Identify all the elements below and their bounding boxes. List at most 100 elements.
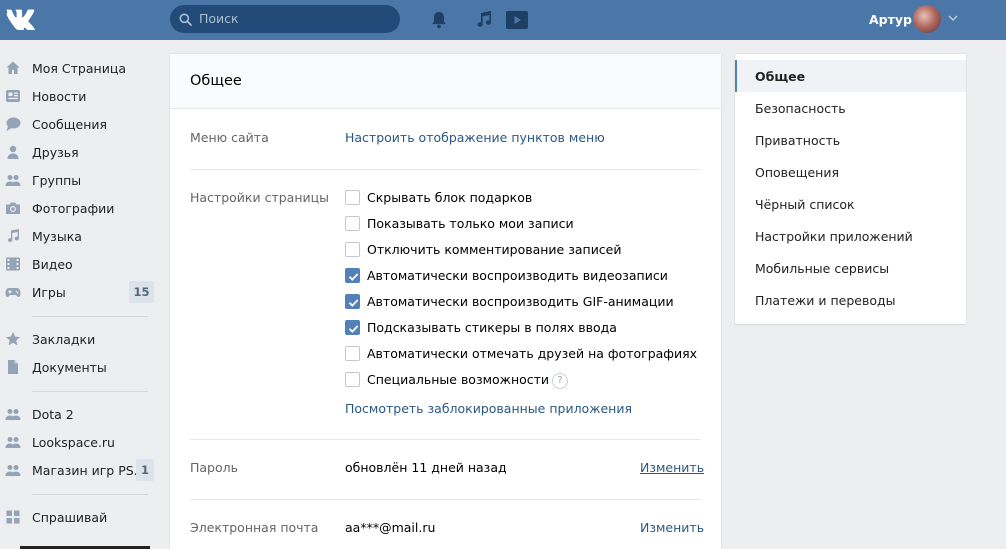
camera-icon [6,202,20,214]
star-icon [5,332,21,346]
sidebar-item-my-page[interactable]: Моя Страница [0,55,160,81]
sidebar-item-label: Группы [32,173,82,188]
checkbox-label[interactable]: Показывать только мои записи [367,216,574,231]
search-box[interactable]: Поиск [170,5,400,33]
checkbox-accessibility[interactable] [345,372,360,387]
sidebar-item-label: Документы [32,360,107,375]
sidebar-item-news[interactable]: Новости [0,83,160,109]
app-icon [5,465,21,476]
checkbox-autoplay-video[interactable] [345,268,360,283]
checkbox-label[interactable]: Скрывать блок подарков [367,190,532,205]
settings-header: Общее [170,54,721,109]
ps-store-count-badge: 1 [136,459,154,481]
sidebar-item-sprashivai[interactable]: Спрашивай [0,504,160,530]
sidebar-item-games[interactable]: Игры 15 [0,279,160,305]
gamepad-icon [5,288,21,297]
checkbox-label[interactable]: Автоматически отмечать друзей на фотогра… [367,346,697,361]
sidebar-item-bookmarks[interactable]: Закладки [0,326,160,352]
document-icon [8,360,18,374]
sidebar-item-label: Видео [32,257,73,272]
blocked-apps-link[interactable]: Посмотреть заблокированные приложения [345,401,632,416]
sidebar-item-label: Закладки [32,332,96,347]
sidebar-item-photos[interactable]: Фотографии [0,195,160,221]
sidebar-item-music[interactable]: Музыка [0,223,160,249]
news-icon [6,90,20,102]
checkbox-suggest-stickers[interactable] [345,320,360,335]
section-divider [190,169,701,170]
sidebar-item-friends[interactable]: Друзья [0,139,160,165]
search-placeholder: Поиск [199,11,239,26]
checkbox-label[interactable]: Подсказывать стикеры в полях ввода [367,320,617,335]
play-icon[interactable] [506,9,528,31]
settings-tab-privacy[interactable]: Приватность [735,124,966,156]
checkbox-autoplay-gif[interactable] [345,294,360,309]
sidebar-item-groups[interactable]: Группы [0,167,160,193]
checkbox-label[interactable]: Отключить комментирование записей [367,242,622,257]
page-settings-label: Настройки страницы [190,190,329,205]
sidebar-item-video[interactable]: Видео [0,251,160,277]
change-email-link[interactable]: Изменить [640,520,704,535]
menu-setting-label: Меню сайта [190,130,269,145]
sidebar-item-label: Сообщения [32,117,108,132]
chevron-down-icon[interactable] [948,14,958,22]
bell-icon[interactable] [428,9,450,31]
app-icon [5,437,21,448]
sidebar-divider [32,391,148,392]
games-count-badge: 15 [129,281,154,303]
settings-tab-general[interactable]: Общее [735,60,966,92]
top-header: Поиск Артур [0,0,1006,40]
section-divider [190,499,701,500]
checkbox-label[interactable]: Автоматически воспроизводить GIF-анимаци… [367,294,674,309]
settings-tab-label: Платежи и переводы [755,293,896,308]
groups-icon [5,175,21,186]
user-name[interactable]: Артур [869,12,912,27]
checkbox-only-my-posts[interactable] [345,216,360,231]
settings-tab-payments[interactable]: Платежи и переводы [735,284,966,316]
email-label: Электронная почта [190,520,319,535]
sidebar-item-label: Музыка [32,229,82,244]
app-icon [5,409,21,420]
sidebar-item-label: Друзья [32,145,79,160]
settings-tab-security[interactable]: Безопасность [735,92,966,124]
settings-tab-blacklist[interactable]: Чёрный список [735,188,966,220]
sidebar-divider [32,494,148,495]
checkbox-label[interactable]: Автоматически воспроизводить видеозаписи [367,268,668,283]
search-icon [179,13,192,26]
video-icon [6,257,20,271]
sidebar-item-documents[interactable]: Документы [0,354,160,380]
checkmark-icon [348,325,359,333]
sidebar-item-label: Фотографии [32,201,115,216]
sidebar-item-dota2[interactable]: Dota 2 [0,401,160,427]
help-icon[interactable]: ? [552,373,568,389]
sidebar-item-label: Dota 2 [32,407,74,422]
sidebar-item-label: Новости [32,89,87,104]
messages-icon [6,117,21,131]
sidebar-item-label: Магазин игр PS... [32,463,146,478]
customize-menu-link[interactable]: Настроить отображение пунктов меню [345,130,605,145]
grid-icon [6,510,20,524]
settings-tab-label: Общее [755,69,806,84]
settings-tab-mobile-services[interactable]: Мобильные сервисы [735,252,966,284]
email-value: aa***@mail.ru [345,520,436,535]
sidebar-item-ps-store[interactable]: Магазин игр PS... 1 [0,457,160,483]
settings-tab-notifications[interactable]: Оповещения [735,156,966,188]
vk-logo-icon[interactable] [4,8,40,30]
sidebar-divider [32,316,148,317]
settings-tab-label: Оповещения [755,165,839,180]
change-password-link[interactable]: Изменить [640,460,704,475]
sidebar-item-lookspace[interactable]: Lookspace.ru [0,429,160,455]
checkbox-hide-gifts[interactable] [345,190,360,205]
checkbox-auto-tag-friends[interactable] [345,346,360,361]
checkbox-disable-comments[interactable] [345,242,360,257]
checkmark-icon [348,299,359,307]
checkbox-label[interactable]: Специальные возможности [367,372,549,387]
sidebar-item-messages[interactable]: Сообщения [0,111,160,137]
avatar[interactable] [913,5,941,33]
page-title: Общее [190,73,242,89]
music-icon[interactable] [473,9,495,31]
settings-tab-label: Приватность [755,133,841,148]
home-icon [6,61,20,74]
password-updated-text: обновлён 11 дней назад [345,460,507,475]
settings-tab-label: Чёрный список [755,197,855,212]
settings-tab-app-settings[interactable]: Настройки приложений [735,220,966,252]
